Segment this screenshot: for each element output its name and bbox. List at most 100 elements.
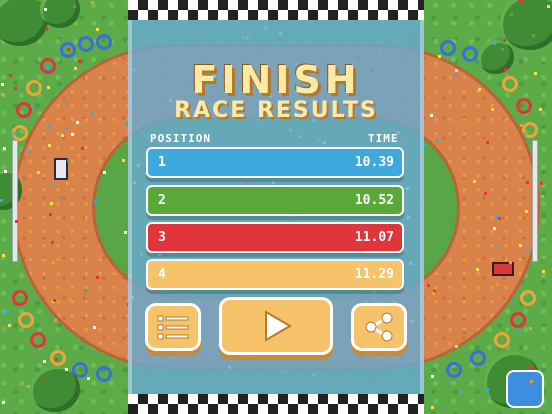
- tire-barrier: [30, 332, 46, 348]
- confetti-piece: [432, 292, 435, 295]
- confetti-piece: [15, 220, 18, 223]
- confetti-piece: [532, 34, 535, 37]
- confetti-piece: [534, 72, 537, 75]
- confetti-piece: [473, 180, 476, 183]
- list-icon: [157, 315, 189, 340]
- time-value: 11.29: [354, 267, 394, 282]
- confetti-piece: [484, 192, 487, 195]
- confetti-piece: [61, 134, 64, 137]
- share-icon: [365, 312, 393, 342]
- play-button[interactable]: [222, 300, 330, 352]
- checkered-flag-bottom: [128, 394, 424, 414]
- result-row-2: 2 10.52: [148, 187, 402, 214]
- confetti-piece: [431, 406, 434, 409]
- confetti-piece: [67, 48, 70, 51]
- tire-barrier: [16, 102, 32, 118]
- confetti-piece: [540, 182, 543, 185]
- share-button[interactable]: [354, 306, 404, 348]
- confetti-piece: [525, 210, 528, 213]
- confetti-piece: [73, 334, 76, 337]
- confetti-piece: [65, 127, 68, 130]
- tire-barrier: [520, 290, 536, 306]
- confetti-piece: [44, 8, 47, 11]
- confetti-piece: [530, 366, 533, 369]
- confetti-piece: [498, 217, 501, 220]
- confetti-piece: [4, 170, 7, 173]
- race-results-subtitle: RACE RESULTS: [174, 98, 378, 123]
- confetti-piece: [545, 347, 548, 350]
- bush: [30, 366, 80, 412]
- time-value: 10.39: [354, 155, 394, 170]
- confetti-piece: [542, 260, 545, 263]
- confetti-piece: [476, 268, 479, 271]
- confetti-piece: [14, 87, 17, 90]
- confetti-piece: [491, 108, 494, 111]
- time-value: 11.07: [354, 230, 394, 245]
- tire-barrier: [50, 350, 66, 366]
- confetti-piece: [430, 114, 433, 117]
- result-row-1: 1 10.39: [148, 149, 402, 176]
- tire-barrier: [494, 332, 510, 348]
- confetti-piece: [497, 245, 500, 248]
- confetti-piece: [71, 133, 74, 136]
- confetti-piece: [523, 133, 526, 136]
- tire-barrier: [18, 312, 34, 328]
- confetti-piece: [8, 324, 11, 327]
- tire-barrier: [78, 36, 94, 52]
- play-icon: [265, 310, 292, 342]
- confetti-piece: [501, 48, 504, 51]
- confetti-piece: [55, 358, 58, 361]
- tire-barrier: [516, 98, 532, 114]
- confetti-piece: [54, 319, 57, 322]
- race-car: [492, 262, 514, 276]
- confetti-piece: [51, 241, 54, 244]
- confetti-piece: [542, 270, 545, 273]
- confetti-piece: [529, 327, 532, 330]
- bush: [478, 40, 514, 74]
- confetti-piece: [436, 139, 439, 142]
- confetti-piece: [65, 368, 68, 371]
- tire-barrier: [440, 40, 456, 56]
- confetti-piece: [539, 108, 542, 111]
- confetti-piece: [526, 249, 529, 252]
- confetti-piece: [81, 147, 84, 150]
- confetti-piece: [547, 5, 550, 8]
- confetti-piece: [49, 213, 52, 216]
- tire-barrier: [502, 76, 518, 92]
- corner-button[interactable]: [508, 372, 542, 406]
- confetti-piece: [486, 388, 489, 391]
- confetti-piece: [43, 379, 46, 382]
- confetti-piece: [117, 161, 120, 164]
- finish-title: FINISH: [191, 58, 361, 102]
- confetti-piece: [509, 261, 512, 264]
- confetti-piece: [2, 254, 5, 257]
- position-value: 2: [158, 193, 166, 208]
- bush: [500, 0, 552, 50]
- checkered-flag-top: [128, 0, 424, 20]
- confetti-piece: [438, 55, 441, 58]
- confetti-piece: [94, 200, 97, 203]
- confetti-piece: [504, 68, 507, 71]
- confetti-piece: [69, 298, 72, 301]
- confetti-piece: [46, 66, 49, 69]
- confetti-piece: [510, 13, 513, 16]
- time-value: 10.52: [354, 193, 394, 208]
- confetti-piece: [50, 183, 53, 186]
- confetti-piece: [48, 125, 51, 128]
- tire-barrier: [470, 350, 486, 366]
- confetti-piece: [455, 345, 458, 348]
- confetti-piece: [520, 0, 523, 3]
- confetti-piece: [77, 154, 80, 157]
- tire-barrier: [446, 362, 462, 378]
- confetti-piece: [431, 375, 434, 378]
- confetti-piece: [526, 181, 529, 184]
- tire-barrier: [12, 290, 28, 306]
- leaderboard-button[interactable]: [148, 306, 198, 348]
- confetti-piece: [496, 283, 499, 286]
- confetti-piece: [96, 28, 99, 31]
- confetti-piece: [103, 171, 106, 174]
- result-row-4: 4 11.29: [148, 261, 402, 288]
- confetti-piece: [455, 69, 458, 72]
- confetti-piece: [122, 159, 125, 162]
- confetti-piece: [43, 360, 46, 363]
